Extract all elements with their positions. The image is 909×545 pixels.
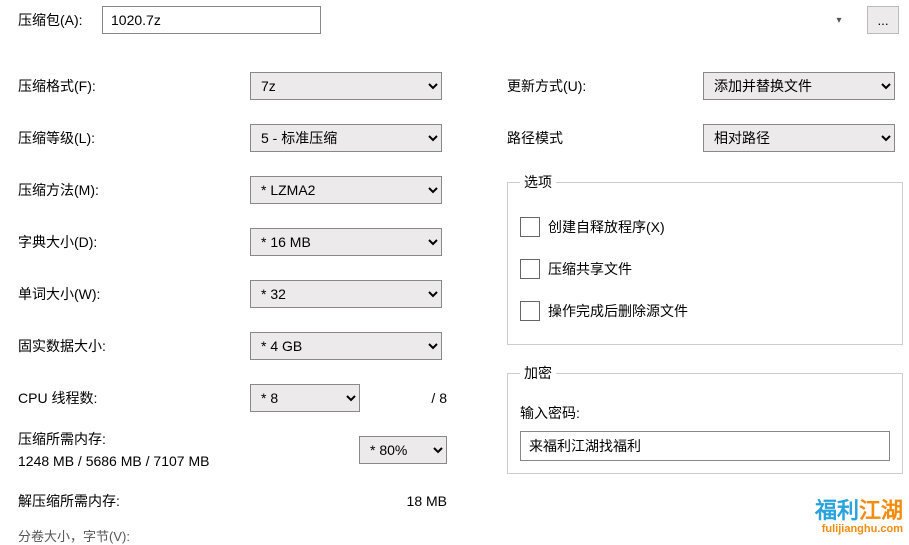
delete-after-label: 操作完成后删除源文件 [548,301,688,321]
threads-label: CPU 线程数: [18,388,250,408]
path-select[interactable]: 相对路径 [703,124,895,152]
delete-after-checkbox[interactable] [520,301,540,321]
word-select[interactable]: * 32 [250,280,442,308]
mem-decompress-label: 解压缩所需内存: [18,490,264,512]
archive-path-input[interactable] [102,6,321,34]
threads-select[interactable]: * 8 [250,384,360,412]
sfx-label: 创建自释放程序(X) [548,217,665,237]
shared-checkbox[interactable] [520,259,540,279]
solid-label: 固实数据大小: [18,336,250,356]
password-input[interactable] [520,431,890,461]
level-label: 压缩等级(L): [18,128,250,148]
options-group: 选项 创建自释放程序(X) 压缩共享文件 操作完成后删除源文件 [507,172,903,345]
level-select[interactable]: 5 - 标准压缩 [250,124,442,152]
threads-total: / 8 [431,390,447,406]
solid-select[interactable]: * 4 GB [250,332,442,360]
mem-decompress-value: 18 MB [407,490,447,512]
method-select[interactable]: * LZMA2 [250,176,442,204]
sfx-checkbox[interactable] [520,217,540,237]
word-label: 单词大小(W): [18,284,250,304]
format-label: 压缩格式(F): [18,76,250,96]
archive-label: 压缩包(A): [18,10,102,30]
method-label: 压缩方法(M): [18,180,250,200]
mem-compress-value: 1248 MB / 5686 MB / 7107 MB [18,450,209,472]
update-label: 更新方式(U): [507,76,703,96]
dict-select[interactable]: * 16 MB [250,228,442,256]
chevron-down-icon[interactable]: ▾ [829,10,849,30]
encrypt-group: 加密 输入密码: [507,363,903,474]
password-label: 输入密码: [520,403,890,423]
mem-pct-select[interactable]: * 80% [359,436,447,464]
shared-label: 压缩共享文件 [548,259,632,279]
options-legend: 选项 [520,172,556,192]
path-label: 路径模式 [507,128,703,148]
browse-button[interactable]: ... [867,6,899,34]
format-select[interactable]: 7z [250,72,442,100]
update-select[interactable]: 添加并替换文件 [703,72,895,100]
mem-compress-label: 压缩所需内存: [18,428,209,450]
dict-label: 字典大小(D): [18,232,250,252]
encrypt-legend: 加密 [520,363,556,383]
